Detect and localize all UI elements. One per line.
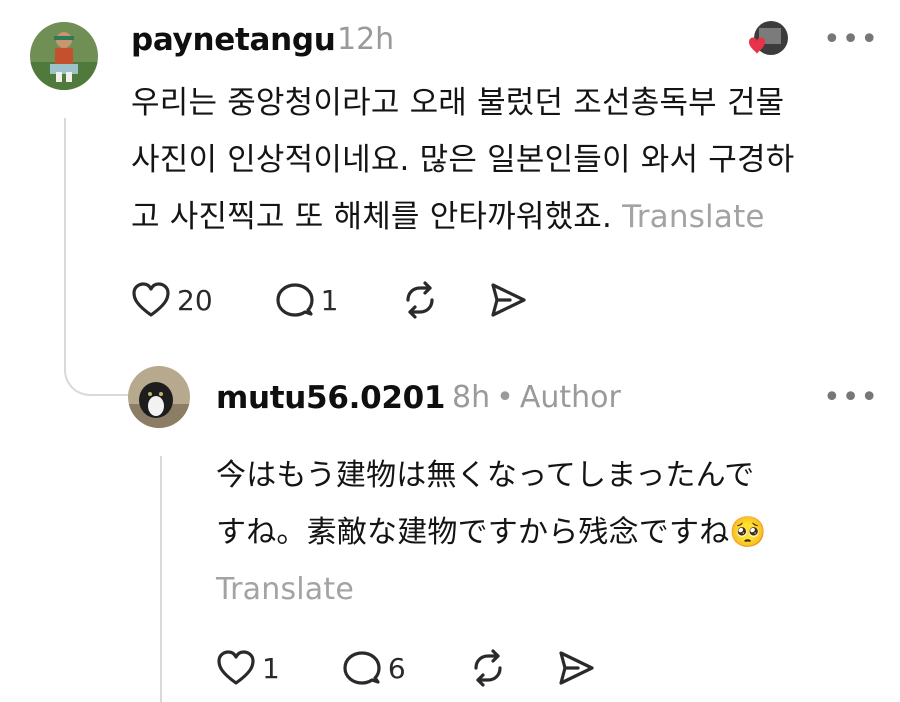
- reply-count: 6: [387, 651, 406, 685]
- comment-line-last: 고 사진찍고 또 해체를 안타까워했죠. Translate: [131, 189, 794, 246]
- comment-text: 우리는 중앙청이라고 오래 불렀던 조선총독부 건물 사진이 인상적이네요. 많…: [131, 75, 794, 246]
- comment-text: 今はもう建物は無くなってしまったんで すね。素敵な建物ですから残念ですね🥺 Tr…: [216, 447, 767, 618]
- thread-line-reply: [160, 456, 162, 702]
- send-icon: [559, 651, 594, 685]
- comment-line: 고 사진찍고 또 해체를 안타까워했죠.: [131, 199, 613, 235]
- like-button[interactable]: 1: [216, 649, 280, 687]
- like-count: 20: [177, 283, 213, 317]
- speech-bubble-icon: [343, 651, 381, 685]
- more-dots-icon[interactable]: •••: [823, 22, 879, 57]
- comment-line: 사진이 인상적이네요. 많은 일본인들이 와서 구경하: [131, 142, 795, 178]
- speech-bubble-icon: [276, 283, 314, 317]
- repost-icon: [406, 281, 435, 319]
- reply-button[interactable]: 6: [342, 649, 406, 687]
- thread-line-top: [64, 118, 66, 303]
- translate-link[interactable]: Translate: [622, 199, 765, 235]
- repost-button[interactable]: [468, 648, 508, 688]
- timestamp: 8h • Author: [452, 380, 621, 415]
- heart-icon: [132, 282, 170, 317]
- like-count: 1: [262, 651, 280, 685]
- separator-dot: •: [496, 380, 514, 415]
- liked-by-avatar[interactable]: [747, 18, 788, 58]
- like-button[interactable]: 20: [131, 281, 213, 319]
- username[interactable]: paynetangu: [131, 22, 336, 58]
- timestamp: 12h: [337, 22, 394, 57]
- reply-count: 1: [320, 283, 339, 317]
- avatar-paynetangu[interactable]: [30, 22, 98, 90]
- comment-line: 우리는 중앙청이라고 오래 불렀던 조선총독부 건물: [131, 85, 785, 121]
- share-button[interactable]: [556, 649, 596, 687]
- avatar-mutu56[interactable]: [128, 366, 190, 428]
- reply-button[interactable]: 1: [275, 281, 339, 319]
- comment-line: 今はもう建物は無くなってしまったんで: [216, 458, 755, 493]
- translate-link[interactable]: Translate: [216, 561, 767, 618]
- action-bar: 20 1: [131, 280, 528, 320]
- comment-line: すね。素敵な建物ですから残念ですね🥺: [216, 515, 767, 550]
- author-badge: Author: [519, 380, 621, 415]
- share-button[interactable]: [488, 281, 528, 319]
- action-bar: 1 6: [216, 648, 596, 688]
- username[interactable]: mutu56.0201: [216, 380, 445, 416]
- time-text: 12h: [337, 22, 395, 57]
- repost-icon: [474, 649, 502, 687]
- thread-connector-curve: [64, 300, 136, 396]
- more-dots-icon[interactable]: •••: [823, 380, 879, 415]
- send-icon: [491, 283, 527, 317]
- repost-button[interactable]: [400, 280, 440, 320]
- time-text: 8h: [452, 380, 491, 415]
- heart-icon: [217, 650, 255, 685]
